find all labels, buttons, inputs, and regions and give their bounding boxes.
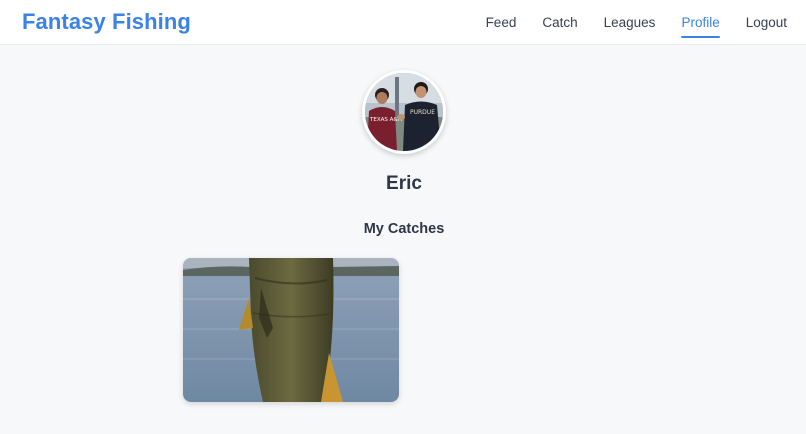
my-catches-heading: My Catches [363,221,445,237]
navbar: Fantasy Fishing Feed Catch Leagues Profi… [0,0,806,45]
avatar: TEXAS A&M PURDUE [362,70,446,154]
nav-logout[interactable]: Logout [746,0,787,45]
nav-feed[interactable]: Feed [486,0,517,45]
nav-links: Feed Catch Leagues Profile Logout [460,0,787,45]
brand-logo[interactable]: Fantasy Fishing [22,9,191,35]
bass-catch-photo [183,258,399,402]
profile-username: Eric [386,173,422,194]
svg-text:PURDUE: PURDUE [410,109,435,116]
profile-photo: TEXAS A&M PURDUE [365,73,443,151]
nav-profile[interactable]: Profile [681,0,720,45]
nav-catch[interactable]: Catch [542,0,577,45]
catch-card[interactable] [183,258,399,402]
nav-leagues[interactable]: Leagues [604,0,656,45]
